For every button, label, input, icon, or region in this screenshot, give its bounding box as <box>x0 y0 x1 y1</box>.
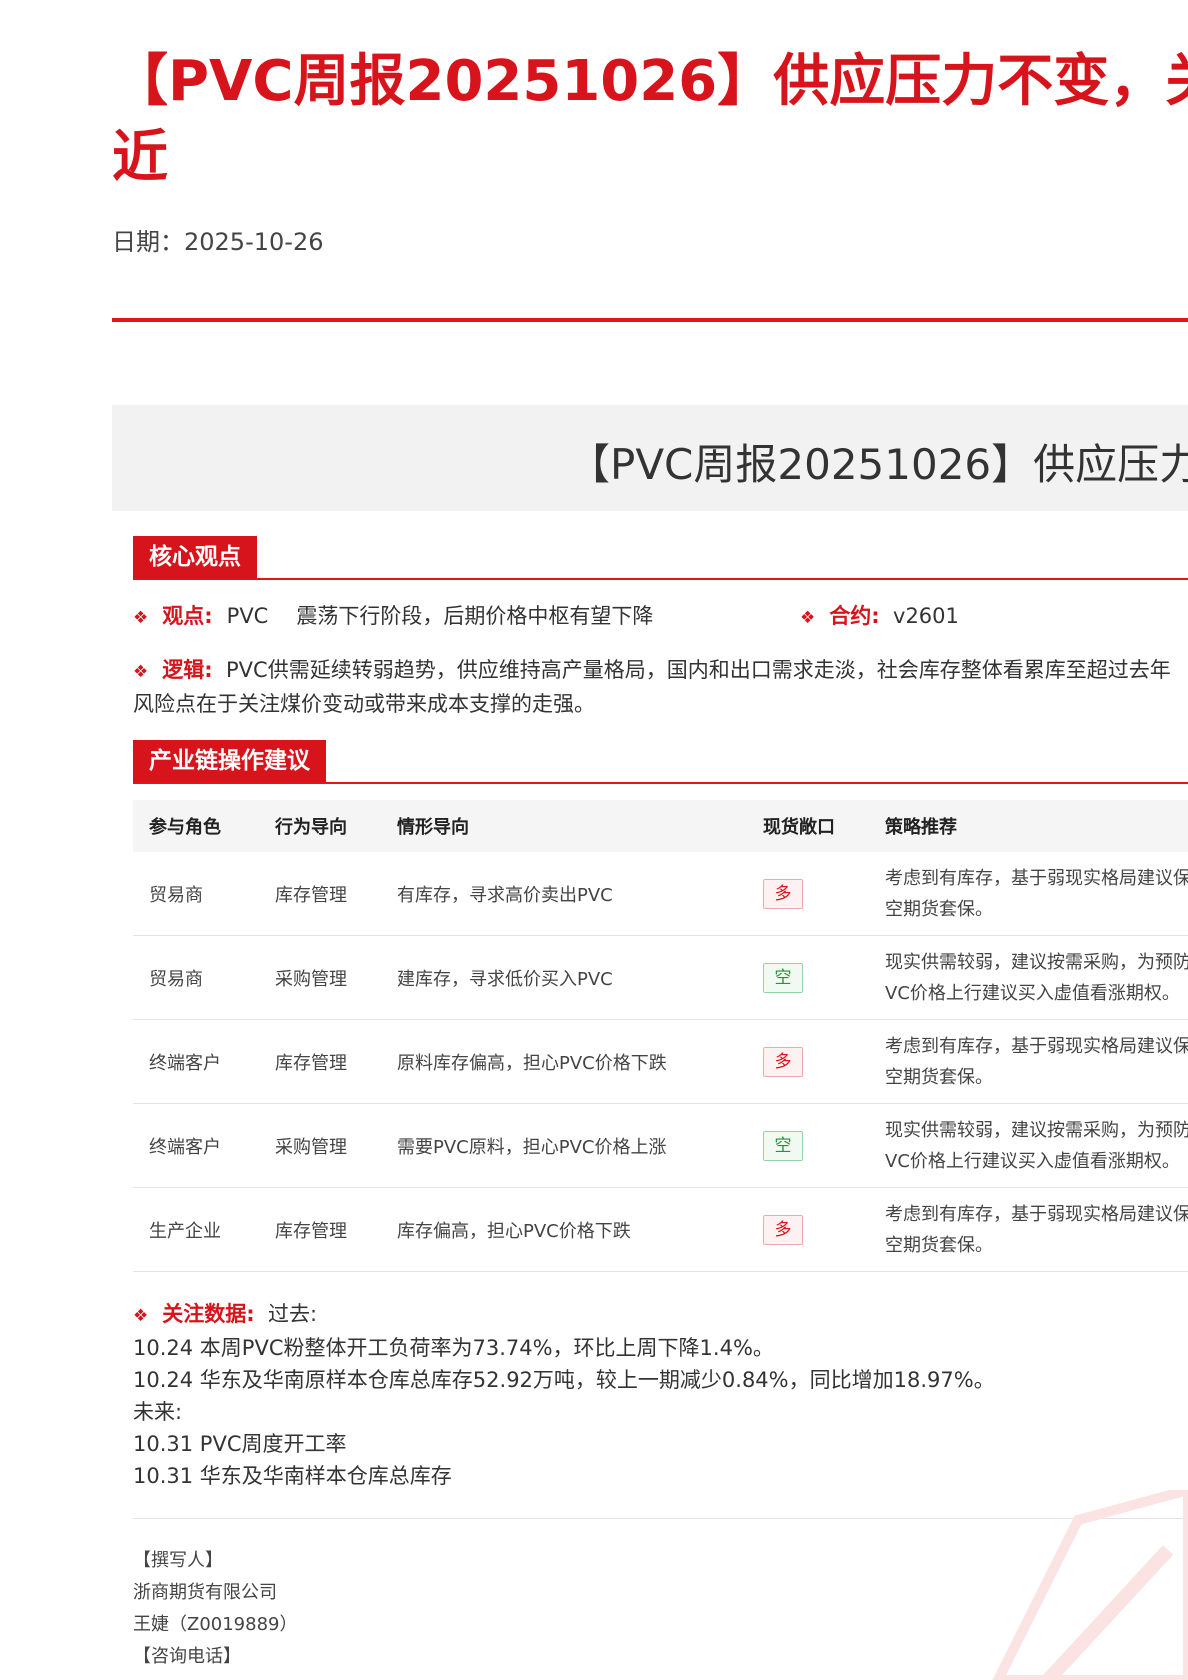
cell-strategy: 现实供需较弱，建议按需采购，为预防 VC价格上行建议买入虚值看涨期权。 <box>869 935 1188 1020</box>
exposure-badge: 多 <box>763 1046 803 1077</box>
author-block: 【撰写人】 浙商期货有限公司 王婕（Z0019889） 【咨询电话】 <box>133 1545 298 1673</box>
date-label: 日期： <box>112 228 184 256</box>
contract-value: v2601 <box>893 604 959 628</box>
cell-behavior: 库存管理 <box>259 852 381 936</box>
table-row: 终端客户 采购管理 需要PVC原料，担心PVC价格上涨 空 现实供需较弱，建议按… <box>133 1103 1188 1188</box>
cell-strategy: 考虑到有库存，基于弱现实格局建议保 空期货套保。 <box>869 1187 1188 1272</box>
date-line: 日期：2025-10-26 <box>112 222 323 257</box>
cell-strategy: 现实供需较弱，建议按需采购，为预防 VC价格上行建议买入虚值看涨期权。 <box>869 1103 1188 1188</box>
focus-data-block: ❖ 关注数据: 过去: 10.24 本周PVC粉整体开工负荷率为73.74%，环比… <box>133 1298 1188 1492</box>
future-line: 10.31 PVC周度开工率 <box>133 1432 347 1456</box>
view-text: 震荡下行阶段，后期价格中枢有望下降 <box>296 604 654 628</box>
diamond-bullet-icon: ❖ <box>133 608 149 628</box>
cell-role: 贸易商 <box>133 852 259 936</box>
exposure-badge: 多 <box>763 878 803 909</box>
watermark-logo <box>992 1490 1188 1680</box>
page-title-line2: 近 <box>112 125 168 190</box>
exposure-badge: 空 <box>763 1130 803 1161</box>
ops-tag: 产业链操作建议 <box>133 740 326 782</box>
table-row: 贸易商 采购管理 建库存，寻求低价买入PVC 空 现实供需较弱，建议按需采购，为… <box>133 935 1188 1020</box>
contract-label: 合约: <box>829 604 880 628</box>
col-header-behavior: 行为导向 <box>259 800 381 852</box>
date-value: 2025-10-26 <box>184 228 324 256</box>
cell-scenario: 需要PVC原料，担心PVC价格上涨 <box>381 1103 747 1188</box>
page-title-line1: 【PVC周报20251026】供应压力不变，关注 <box>112 49 1188 114</box>
cell-scenario: 建库存，寻求低价买入PVC <box>381 935 747 1020</box>
cell-behavior: 采购管理 <box>259 1103 381 1188</box>
ops-table: 参与角色 行为导向 情形导向 现货敞口 策略推荐 贸易商 库存管理 有库存，寻求… <box>133 800 1188 1272</box>
logic-line1: PVC供需延续转弱趋势，供应维持高产量格局，国内和出口需求走淡，社会库存整体看累… <box>226 658 1171 682</box>
past-line: 10.24 华东及华南原样本仓库总库存52.92万吨，较上一期减少0.84%，同… <box>133 1368 995 1392</box>
diamond-bullet-icon: ❖ <box>800 608 816 628</box>
cell-exposure: 空 <box>747 1103 869 1188</box>
author-name: 王婕（Z0019889） <box>133 1614 298 1635</box>
phone-label: 【咨询电话】 <box>133 1646 241 1667</box>
core-view-tag: 核心观点 <box>133 536 257 578</box>
cell-strategy: 考虑到有库存，基于弱现实格局建议保 空期货套保。 <box>869 1019 1188 1104</box>
strategy-line2: 空期货套保。 <box>885 898 993 920</box>
strategy-line1: 现实供需较弱，建议按需采购，为预防 <box>885 951 1188 973</box>
writer-label: 【撰写人】 <box>133 1550 223 1571</box>
ops-table-wrap: 参与角色 行为导向 情形导向 现货敞口 策略推荐 贸易商 库存管理 有库存，寻求… <box>133 800 1188 1272</box>
cell-scenario: 库存偏高，担心PVC价格下跌 <box>381 1187 747 1272</box>
cell-exposure: 空 <box>747 935 869 1020</box>
cell-behavior: 采购管理 <box>259 935 381 1020</box>
exposure-badge: 空 <box>763 962 803 993</box>
col-header-exposure: 现货敞口 <box>747 800 869 852</box>
past-line: 10.24 本周PVC粉整体开工负荷率为73.74%，环比上周下降1.4%。 <box>133 1336 774 1360</box>
view-row: ❖ 观点: PVC 震荡下行阶段，后期价格中枢有望下降 <box>133 600 653 630</box>
future-label: 未来: <box>133 1400 183 1424</box>
col-header-strategy: 策略推荐 <box>869 800 1188 852</box>
cell-role: 终端客户 <box>133 1019 259 1104</box>
logic-line2: 风险点在于关注煤价变动或带来成本支撑的走强。 <box>133 692 595 716</box>
table-row: 生产企业 库存管理 库存偏高，担心PVC价格下跌 多 考虑到有库存，基于弱现实格… <box>133 1187 1188 1272</box>
diamond-bullet-icon: ❖ <box>133 662 149 682</box>
cell-exposure: 多 <box>747 1187 869 1272</box>
logic-label: 逻辑: <box>162 658 213 682</box>
strategy-line1: 考虑到有库存，基于弱现实格局建议保 <box>885 1203 1188 1225</box>
view-product: PVC <box>226 604 269 628</box>
col-header-scenario: 情形导向 <box>381 800 747 852</box>
strategy-line2: 空期货套保。 <box>885 1066 993 1088</box>
col-header-role: 参与角色 <box>133 800 259 852</box>
strategy-line2: 空期货套保。 <box>885 1234 993 1256</box>
focus-label: 关注数据: <box>162 1302 255 1326</box>
logic-block: ❖ 逻辑: PVC供需延续转弱趋势，供应维持高产量格局，国内和出口需求走淡，社会库… <box>133 654 1188 720</box>
strategy-line1: 现实供需较弱，建议按需采购，为预防 <box>885 1119 1188 1141</box>
strategy-line2: VC价格上行建议买入虚值看涨期权。 <box>885 1150 1180 1172</box>
cell-role: 生产企业 <box>133 1187 259 1272</box>
core-view-section-header: 核心观点 <box>133 536 1188 580</box>
cell-behavior: 库存管理 <box>259 1187 381 1272</box>
contract-row: ❖ 合约: v2601 <box>800 600 959 630</box>
report-banner: 【PVC周报20251026】供应压力不 <box>112 405 1188 511</box>
ops-section-header: 产业链操作建议 <box>133 740 1188 784</box>
strategy-line1: 考虑到有库存，基于弱现实格局建议保 <box>885 867 1188 889</box>
exposure-badge: 多 <box>763 1214 803 1245</box>
cell-exposure: 多 <box>747 852 869 936</box>
cell-exposure: 多 <box>747 1019 869 1104</box>
table-row: 贸易商 库存管理 有库存，寻求高价卖出PVC 多 考虑到有库存，基于弱现实格局建… <box>133 852 1188 936</box>
page-title: 【PVC周报20251026】供应压力不变，关注 近 <box>112 44 1188 200</box>
cell-scenario: 原料库存偏高，担心PVC价格下跌 <box>381 1019 747 1104</box>
strategy-line1: 考虑到有库存，基于弱现实格局建议保 <box>885 1035 1188 1057</box>
table-row: 终端客户 库存管理 原料库存偏高，担心PVC价格下跌 多 考虑到有库存，基于弱现… <box>133 1019 1188 1104</box>
cell-role: 贸易商 <box>133 935 259 1020</box>
future-line: 10.31 华东及华南样本仓库总库存 <box>133 1464 452 1488</box>
strategy-line2: VC价格上行建议买入虚值看涨期权。 <box>885 982 1180 1004</box>
cell-strategy: 考虑到有库存，基于弱现实格局建议保 空期货套保。 <box>869 852 1188 936</box>
cell-behavior: 库存管理 <box>259 1019 381 1104</box>
past-label: 过去: <box>268 1302 318 1326</box>
table-header-row: 参与角色 行为导向 情形导向 现货敞口 策略推荐 <box>133 800 1188 852</box>
diamond-bullet-icon: ❖ <box>133 1306 149 1326</box>
company-name: 浙商期货有限公司 <box>133 1582 277 1603</box>
cell-scenario: 有库存，寻求高价卖出PVC <box>381 852 747 936</box>
cell-role: 终端客户 <box>133 1103 259 1188</box>
title-divider <box>112 318 1188 322</box>
view-label: 观点: <box>162 604 213 628</box>
banner-title: 【PVC周报20251026】供应压力不 <box>568 440 1188 489</box>
